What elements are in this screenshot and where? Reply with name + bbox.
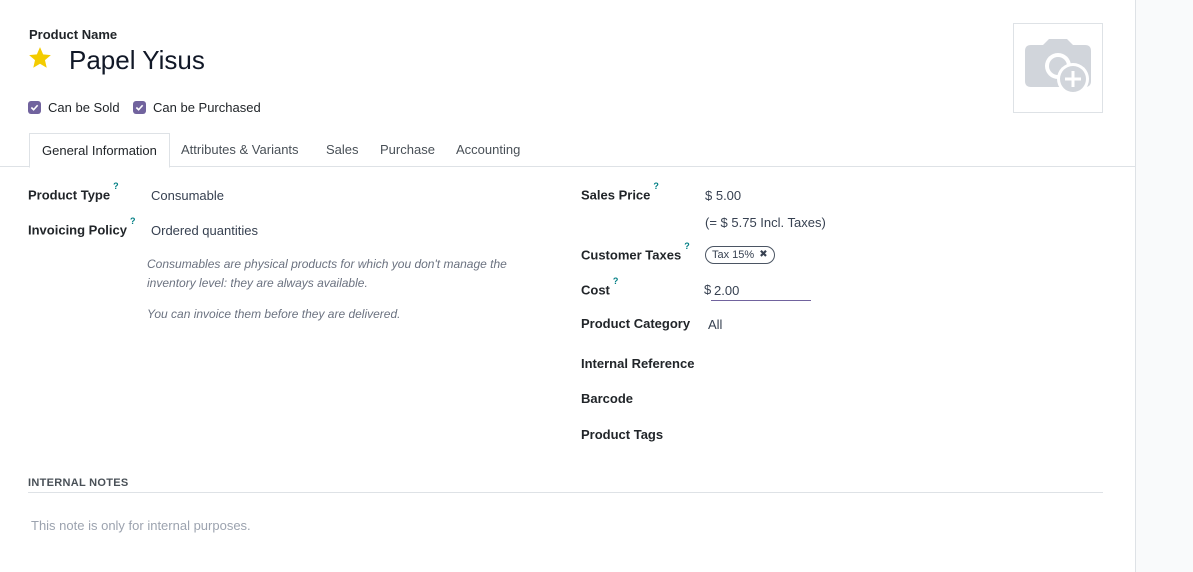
favorite-star-icon[interactable] [27,45,53,71]
can-be-purchased-label: Can be Purchased [153,100,261,115]
product-type-select[interactable]: Consumable [151,188,224,203]
tab-attributes-variants[interactable]: Attributes & Variants [169,133,311,167]
product-name-field[interactable]: Papel Yisus [69,45,205,76]
tab-sales[interactable]: Sales [314,133,371,167]
help-tooltip-icon[interactable]: ? [130,216,136,226]
invoicing-policy-label: Invoicing Policy? [28,216,136,238]
sales-price-label: Sales Price? [581,181,659,203]
product-category-label: Product Category [581,316,691,331]
product-category-select[interactable]: All [708,317,722,332]
incl-taxes-text: (= $ 5.75 Incl. Taxes) [705,215,826,230]
invoicing-help-text: You can invoice them before they are del… [147,307,401,321]
product-name-label: Product Name [29,27,118,42]
can-be-sold-label: Can be Sold [48,100,120,115]
internal-reference-label: Internal Reference [581,356,695,371]
product-type-label: Product Type? [28,181,119,203]
product-image-upload[interactable] [1013,23,1103,113]
checkbox-checked-icon[interactable] [28,101,41,114]
customer-taxes-label: Customer Taxes? [581,241,690,263]
help-tooltip-icon[interactable]: ? [613,276,619,286]
help-tooltip-icon[interactable]: ? [113,181,119,191]
can-be-purchased-checkbox[interactable]: Can be Purchased [133,100,261,115]
tab-purchase[interactable]: Purchase [368,133,447,167]
barcode-label: Barcode [581,391,634,406]
invoicing-policy-select[interactable]: Ordered quantities [151,223,258,238]
product-type-help-text: Consumables are physical products for wh… [147,257,507,290]
tab-general-information[interactable]: General Information [29,133,170,168]
tab-accounting[interactable]: Accounting [444,133,532,167]
help-tooltip-icon[interactable]: ? [653,181,659,191]
tax-tag[interactable]: Tax 15% ✖ [705,246,775,264]
tax-tag-label: Tax 15% [712,249,755,261]
form-sheet: Product Name Papel Yisus Can be Sold Can… [0,0,1136,572]
checkbox-checked-icon[interactable] [133,101,146,114]
camera-add-icon [1025,39,1091,95]
cost-label: Cost? [581,276,619,298]
remove-tag-icon[interactable]: ✖ [759,247,767,263]
help-tooltip-icon[interactable]: ? [684,241,690,251]
product-tags-label: Product Tags [581,427,664,442]
sales-price-field[interactable]: $ 5.00 [705,188,741,203]
internal-notes-input[interactable] [31,515,1101,535]
internal-notes-title: INTERNAL NOTES [28,477,129,489]
notebook-tabs: General Information Attributes & Variant… [0,133,1136,168]
can-be-sold-checkbox[interactable]: Can be Sold [28,100,120,115]
section-divider [28,492,1103,493]
cost-input[interactable] [711,281,811,301]
chatter-gutter [1136,0,1193,572]
